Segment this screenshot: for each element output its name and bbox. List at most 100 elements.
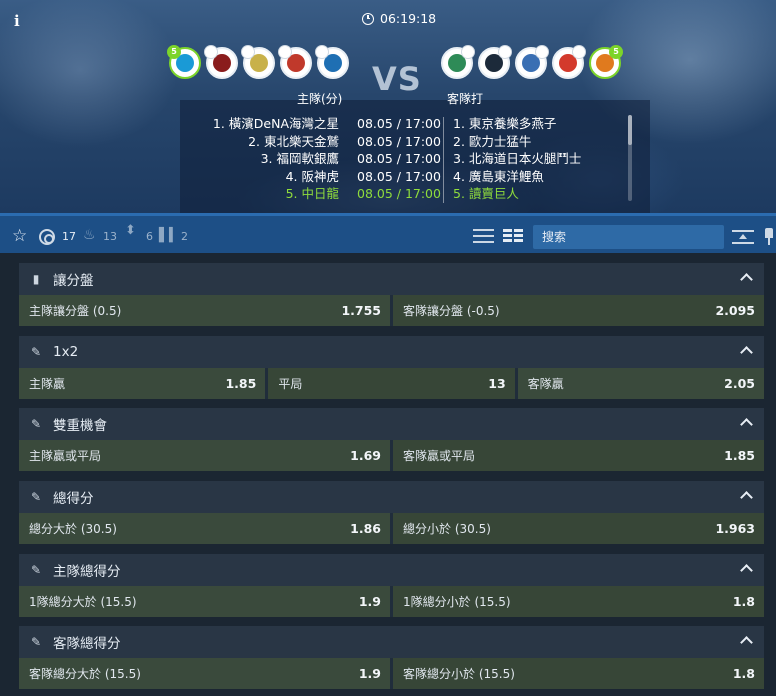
odds-label: 主隊讓分盤 (0.5) bbox=[29, 304, 122, 318]
away-team-item[interactable]: 5. 讀賣巨人 bbox=[453, 185, 581, 203]
stats-bars-icon[interactable]: ▌▍ bbox=[159, 228, 179, 243]
market-section: ✎ 主隊總得分 1隊總分大於 (15.5) 1.9 1隊總分小於 (15.5) 1.8 bbox=[19, 554, 764, 617]
odds-button[interactable]: 客隊讓分盤 (-0.5) 2.095 bbox=[393, 295, 764, 326]
home-team-item[interactable]: 2. 東北樂天金鷲 bbox=[213, 133, 339, 151]
odds-button[interactable]: 客隊贏或平局 1.85 bbox=[393, 440, 764, 471]
odds-button[interactable]: 1隊總分大於 (15.5) 1.9 bbox=[19, 586, 390, 617]
giants-logo[interactable]: 5 bbox=[589, 45, 623, 79]
odds-button[interactable]: 1隊總分小於 (15.5) 1.8 bbox=[393, 586, 764, 617]
pin-icon[interactable] bbox=[765, 228, 773, 246]
odds-row: 1隊總分大於 (15.5) 1.9 1隊總分小於 (15.5) 1.8 bbox=[19, 586, 764, 617]
chevron-up-icon[interactable] bbox=[740, 491, 753, 504]
schedule-scrollbar[interactable] bbox=[628, 115, 632, 201]
updown-icon[interactable]: ⬍ bbox=[125, 224, 136, 237]
pin-icon[interactable]: ✎ bbox=[29, 563, 43, 577]
market-title: 主隊總得分 bbox=[53, 564, 121, 580]
home-logos: 5 bbox=[167, 45, 349, 79]
pin-icon[interactable]: ✎ bbox=[29, 635, 43, 649]
logo-badge bbox=[204, 45, 218, 59]
odds-button[interactable]: 客隊贏 2.05 bbox=[517, 368, 764, 399]
list-view-icon[interactable] bbox=[473, 229, 494, 243]
tigers-logo[interactable] bbox=[278, 45, 312, 79]
logo-badge bbox=[461, 45, 475, 59]
odds-button[interactable]: 總分小於 (30.5) 1.963 bbox=[393, 513, 764, 544]
market-title: 讓分盤 bbox=[53, 273, 94, 289]
match-time-list: 08.05 / 17:00 08.05 / 17:00 08.05 / 17:0… bbox=[357, 115, 441, 203]
odds-button[interactable]: 主隊贏 1.85 bbox=[19, 368, 266, 399]
odds-value: 1.8 bbox=[732, 666, 755, 681]
market-header[interactable]: ✎ 客隊總得分 bbox=[19, 626, 764, 658]
odds-value: 2.095 bbox=[715, 303, 755, 318]
stats-count[interactable]: 2 bbox=[181, 230, 188, 243]
market-section: ✎ 雙重機會 主隊贏或平局 1.69 客隊贏或平局 1.85 bbox=[19, 408, 764, 471]
swallows-logo[interactable] bbox=[441, 45, 475, 79]
odds-button[interactable]: 主隊贏或平局 1.69 bbox=[19, 440, 390, 471]
home-team-item[interactable]: 5. 中日龍 bbox=[213, 185, 339, 203]
pin-icon[interactable]: ✎ bbox=[29, 490, 43, 504]
away-team-item[interactable]: 4. 廣島東洋鯉魚 bbox=[453, 168, 581, 186]
pin-icon[interactable]: ✎ bbox=[29, 345, 43, 359]
home-team-list: 1. 橫濱DeNA海灣之星 2. 東北樂天金鷲 3. 福岡軟銀鷹 4. 阪神虎 … bbox=[213, 115, 339, 203]
carp-logo[interactable] bbox=[552, 45, 586, 79]
away-team-item[interactable]: 1. 東京養樂多燕子 bbox=[453, 115, 581, 133]
logo-badge: 5 bbox=[167, 45, 181, 59]
odds-button[interactable]: 客隊總分大於 (15.5) 1.9 bbox=[19, 658, 390, 689]
search-input[interactable]: 搜索 bbox=[533, 225, 724, 249]
eagles-logo[interactable] bbox=[204, 45, 238, 79]
logo-badge bbox=[535, 45, 549, 59]
dena-logo[interactable]: 5 bbox=[167, 45, 201, 79]
away-team-item[interactable]: 3. 北海道日本火腿鬥士 bbox=[453, 150, 581, 168]
odds-value: 1.963 bbox=[715, 521, 755, 536]
away-team-item[interactable]: 2. 歐力士猛牛 bbox=[453, 133, 581, 151]
odds-button[interactable]: 平局 13 bbox=[268, 368, 515, 399]
chevron-up-icon[interactable] bbox=[740, 418, 753, 431]
dragons-logo[interactable] bbox=[315, 45, 349, 79]
match-time: 08.05 / 17:00 bbox=[357, 116, 441, 131]
market-header[interactable]: ✎ 1x2 bbox=[19, 336, 764, 368]
chevron-up-icon[interactable] bbox=[740, 564, 753, 577]
info-icon[interactable]: i bbox=[14, 12, 28, 30]
odds-label: 客隊讓分盤 (-0.5) bbox=[403, 304, 500, 318]
markets-list: ▮ 讓分盤主隊讓分盤 (0.5) 1.755 客隊讓分盤 (-0.5) 2.095 ✎ 1x… bbox=[0, 253, 776, 696]
chevron-up-icon[interactable] bbox=[740, 273, 753, 286]
odds-button[interactable]: 客隊總分小於 (15.5) 1.8 bbox=[393, 658, 764, 689]
hawks-logo[interactable] bbox=[241, 45, 275, 79]
home-team-item[interactable]: 1. 橫濱DeNA海灣之星 bbox=[213, 115, 339, 133]
odds-value: 1.85 bbox=[225, 376, 257, 391]
match-time: 08.05 / 17:00 bbox=[357, 151, 441, 167]
away-label: 客隊打 bbox=[447, 92, 484, 106]
collapse-all-icon[interactable] bbox=[732, 230, 754, 244]
odds-row: 客隊總分大於 (15.5) 1.9 客隊總分小於 (15.5) 1.8 bbox=[19, 658, 764, 689]
away-team-list: 1. 東京養樂多燕子 2. 歐力士猛牛 3. 北海道日本火腿鬥士 4. 廣島東洋… bbox=[453, 115, 581, 203]
popular-count[interactable]: 13 bbox=[103, 230, 117, 243]
fighters-logo[interactable] bbox=[515, 45, 549, 79]
all-markets-icon[interactable] bbox=[39, 229, 55, 245]
logo-badge: 5 bbox=[609, 45, 623, 59]
odds-label: 客隊總分小於 (15.5) bbox=[403, 667, 515, 681]
chevron-up-icon[interactable] bbox=[740, 346, 753, 359]
odds-button[interactable]: 主隊讓分盤 (0.5) 1.755 bbox=[19, 295, 390, 326]
odds-row: 主隊讓分盤 (0.5) 1.755 客隊讓分盤 (-0.5) 2.095 bbox=[19, 295, 764, 326]
star-icon[interactable]: ☆ bbox=[12, 226, 27, 246]
odds-label: 客隊贏 bbox=[527, 377, 564, 391]
market-title: 客隊總得分 bbox=[53, 636, 121, 652]
market-header[interactable]: ▮ 讓分盤 bbox=[19, 263, 764, 295]
home-team-item[interactable]: 3. 福岡軟銀鷹 bbox=[213, 150, 339, 168]
market-section: ✎ 1x2 主隊贏 1.85 平局 13 客隊贏 2.05 bbox=[19, 336, 764, 399]
pin-icon[interactable]: ▮ bbox=[29, 272, 43, 286]
market-section: ✎ 總得分 總分大於 (30.5) 1.86 總分小於 (30.5) 1.963 bbox=[19, 481, 764, 544]
odds-row: 總分大於 (30.5) 1.86 總分小於 (30.5) 1.963 bbox=[19, 513, 764, 544]
market-header[interactable]: ✎ 雙重機會 bbox=[19, 408, 764, 440]
odds-button[interactable]: 總分大於 (30.5) 1.86 bbox=[19, 513, 390, 544]
flame-icon[interactable]: ♨ bbox=[83, 227, 96, 243]
home-team-item[interactable]: 4. 阪神虎 bbox=[213, 168, 339, 186]
buffaloes-logo[interactable] bbox=[478, 45, 512, 79]
clock-time: 06:19:18 bbox=[380, 11, 437, 26]
chevron-up-icon[interactable] bbox=[740, 636, 753, 649]
movement-count[interactable]: 6 bbox=[146, 230, 153, 243]
all-count[interactable]: 17 bbox=[62, 230, 76, 243]
market-header[interactable]: ✎ 總得分 bbox=[19, 481, 764, 513]
pin-icon[interactable]: ✎ bbox=[29, 417, 43, 431]
market-header[interactable]: ✎ 主隊總得分 bbox=[19, 554, 764, 586]
grid-view-icon[interactable] bbox=[503, 229, 523, 243]
